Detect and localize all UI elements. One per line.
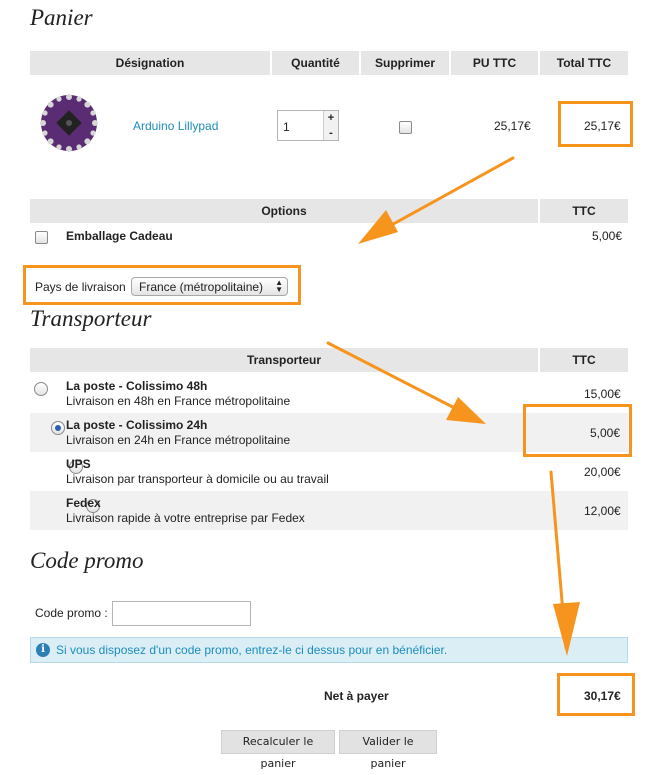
annotation-arrows (326, 156, 580, 656)
annotation-arrowhead-icon (446, 397, 486, 424)
annotation-arrowhead-icon (553, 602, 580, 656)
annotation-arrowhead-icon (358, 210, 398, 244)
